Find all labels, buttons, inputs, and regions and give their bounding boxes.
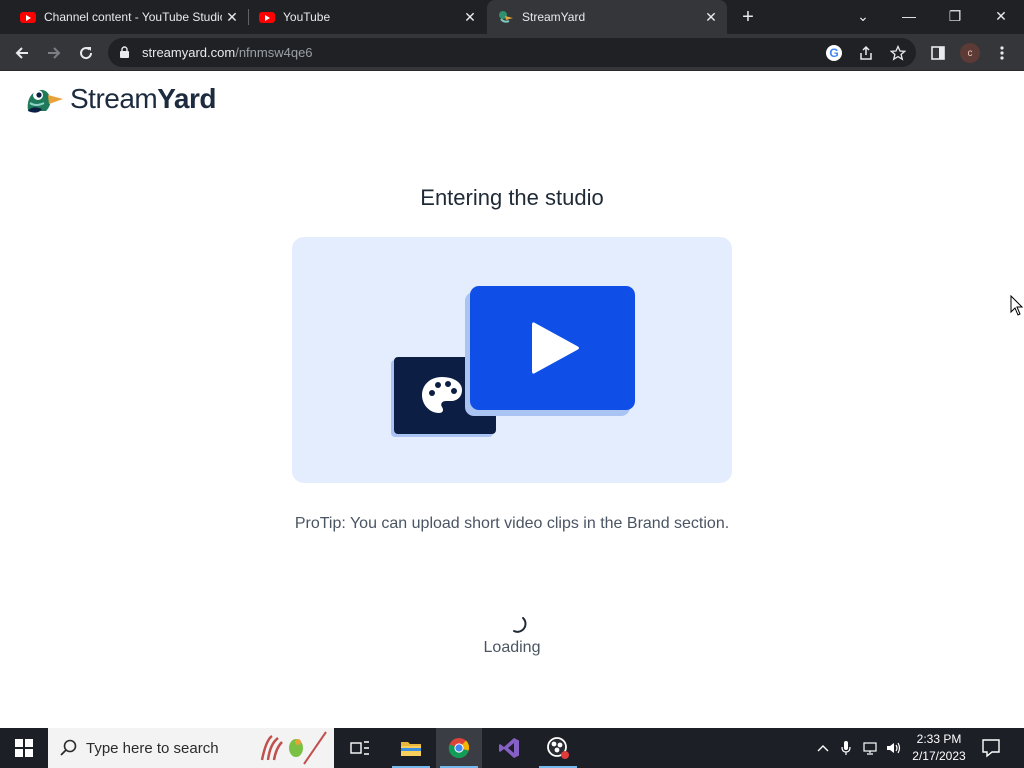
close-icon[interactable]: ✕ <box>462 9 478 25</box>
close-icon[interactable]: ✕ <box>703 9 719 25</box>
obs-icon <box>547 737 569 759</box>
close-icon[interactable]: ✕ <box>224 9 240 25</box>
brand-light: Stream <box>70 83 158 114</box>
tab-title: YouTube <box>283 10 331 24</box>
star-icon <box>890 45 906 61</box>
brand-bold: Yard <box>157 83 216 114</box>
windows-taskbar: Type here to search 2:33 PM 2/17/2023 <box>0 728 1024 768</box>
share-icon <box>860 45 872 60</box>
taskbar-search-box[interactable]: Type here to search <box>48 728 334 768</box>
brand-video-illustration <box>391 286 635 437</box>
network-icon <box>863 742 877 755</box>
new-tab-button[interactable]: + <box>737 7 759 29</box>
clock-time: 2:33 PM <box>916 732 962 746</box>
bookmark-button[interactable] <box>888 43 908 63</box>
side-panel-icon <box>931 46 945 60</box>
start-button[interactable] <box>0 728 48 768</box>
search-icon <box>60 739 77 756</box>
close-window-button[interactable]: ✕ <box>987 5 1015 27</box>
volume-tray-button[interactable] <box>884 728 904 768</box>
tab-streamyard[interactable]: StreamYard ✕ <box>487 0 727 34</box>
restore-button[interactable]: ❐ <box>941 5 969 27</box>
network-tray-button[interactable] <box>861 728 881 768</box>
google-icon: G <box>826 45 842 61</box>
mouse-cursor-icon <box>1010 295 1024 316</box>
task-view-button[interactable] <box>337 728 383 768</box>
url-path: /nfnmsw4qe6 <box>235 45 313 60</box>
streamyard-page: StreamYard Entering the studio ProTip: Y… <box>0 71 1024 728</box>
minimize-button[interactable]: — <box>895 5 923 27</box>
google-lens-button[interactable]: G <box>824 43 844 63</box>
browser-tab-strip: Channel content - YouTube Studio ✕ YouTu… <box>0 0 1024 34</box>
side-panel-button[interactable] <box>926 41 950 65</box>
taskbar-clock[interactable]: 2:33 PM 2/17/2023 <box>905 731 973 765</box>
tab-title: StreamYard <box>522 10 586 24</box>
url-domain: streamyard.com <box>142 45 236 60</box>
chevron-up-icon <box>817 745 829 752</box>
duck-logo-icon <box>27 89 63 113</box>
forward-button[interactable] <box>42 41 66 65</box>
browser-toolbar: streamyard.com/nfnmsw4qe6 G c <box>0 34 1024 71</box>
address-bar[interactable]: streamyard.com/nfnmsw4qe6 G <box>108 38 916 67</box>
studio-illustration <box>292 237 732 483</box>
profile-avatar[interactable]: c <box>960 43 980 63</box>
tab-youtube[interactable]: YouTube ✕ <box>250 0 486 34</box>
search-placeholder: Type here to search <box>86 739 219 757</box>
tab-separator <box>248 9 249 25</box>
youtube-icon <box>259 11 275 23</box>
streamyard-icon <box>499 11 513 23</box>
loading-spinner-icon <box>513 617 527 633</box>
reload-icon <box>80 47 93 60</box>
lock-icon <box>120 46 129 58</box>
chrome-icon <box>448 738 470 758</box>
tab-title: Channel content - YouTube Studio <box>44 10 222 24</box>
task-view-icon <box>350 741 369 755</box>
page-title: Entering the studio <box>420 185 604 210</box>
notification-center-icon[interactable] <box>980 737 1002 759</box>
streamyard-logo[interactable]: StreamYard <box>24 81 216 117</box>
taskbar-obs[interactable] <box>535 728 581 768</box>
protip-text: ProTip: You can upload short video clips… <box>294 515 730 532</box>
taskbar-visual-studio[interactable] <box>486 728 532 768</box>
clock-date: 2/17/2023 <box>912 749 966 763</box>
folder-icon <box>401 742 421 756</box>
url-text: streamyard.com/nfnmsw4qe6 <box>142 45 313 60</box>
tab-search-icon[interactable]: ⌄ <box>849 5 877 27</box>
kebab-menu-icon <box>1000 46 1004 60</box>
reload-button[interactable] <box>74 41 98 65</box>
arrow-left-icon <box>15 47 28 59</box>
loading-text: Loading <box>483 639 541 656</box>
share-button[interactable] <box>856 43 876 63</box>
show-hidden-icons-button[interactable] <box>814 728 832 768</box>
windows-logo-icon <box>15 739 33 757</box>
arrow-right-icon <box>48 47 61 59</box>
brand-wordmark: StreamYard <box>70 83 216 115</box>
microphone-tray-button[interactable] <box>838 728 854 768</box>
tab-youtube-studio[interactable]: Channel content - YouTube Studio ✕ <box>0 0 248 34</box>
back-button[interactable] <box>10 41 34 65</box>
search-highlight-art <box>260 731 327 765</box>
browser-menu-button[interactable] <box>990 41 1014 65</box>
taskbar-chrome[interactable] <box>436 728 482 768</box>
taskbar-file-explorer[interactable] <box>388 728 434 768</box>
visual-studio-icon <box>499 738 519 758</box>
microphone-icon <box>841 741 851 755</box>
speaker-icon <box>887 742 901 754</box>
youtube-icon <box>20 11 36 23</box>
